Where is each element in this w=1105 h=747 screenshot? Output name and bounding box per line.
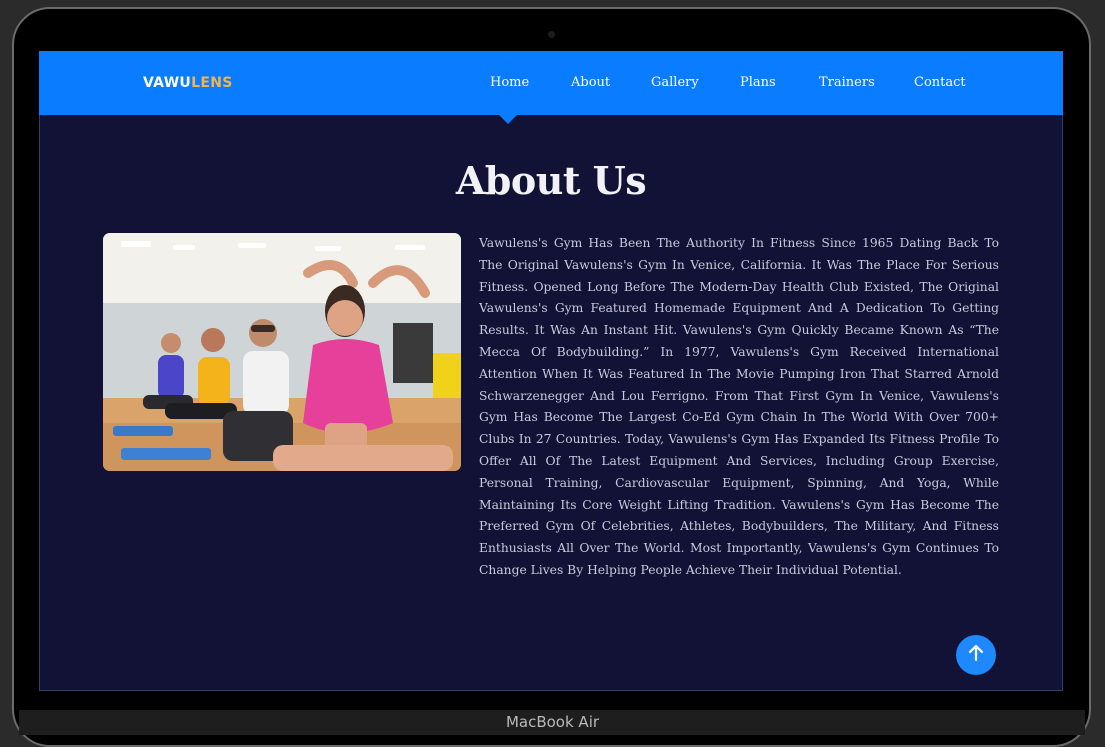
- arrow-up-icon: [965, 642, 987, 668]
- nav-item-about[interactable]: About: [571, 75, 610, 90]
- nav-item-trainers[interactable]: Trainers: [819, 75, 875, 90]
- scroll-to-top-button[interactable]: [956, 635, 996, 675]
- active-nav-indicator: [499, 115, 517, 124]
- site-logo[interactable]: VAWULENS: [143, 75, 233, 91]
- nav-item-plans[interactable]: Plans: [740, 75, 776, 90]
- fitness-class-photo: [103, 233, 461, 471]
- nav-item-gallery[interactable]: Gallery: [651, 75, 699, 90]
- browser-viewport: VAWULENS Home About Gallery Plans Traine…: [39, 51, 1063, 691]
- about-description: Vawulens's Gym Has Been The Authority In…: [479, 236, 999, 577]
- device-brand-label: MacBook Air: [505, 713, 600, 731]
- navbar: VAWULENS Home About Gallery Plans Traine…: [39, 51, 1063, 115]
- nav-item-contact[interactable]: Contact: [914, 75, 966, 90]
- nav-item-home[interactable]: Home: [490, 75, 529, 90]
- camera-icon: [548, 31, 555, 38]
- page-title: About Us: [455, 158, 647, 203]
- logo-text-accent: LENS: [191, 75, 233, 91]
- logo-text-primary: VAWU: [143, 75, 192, 91]
